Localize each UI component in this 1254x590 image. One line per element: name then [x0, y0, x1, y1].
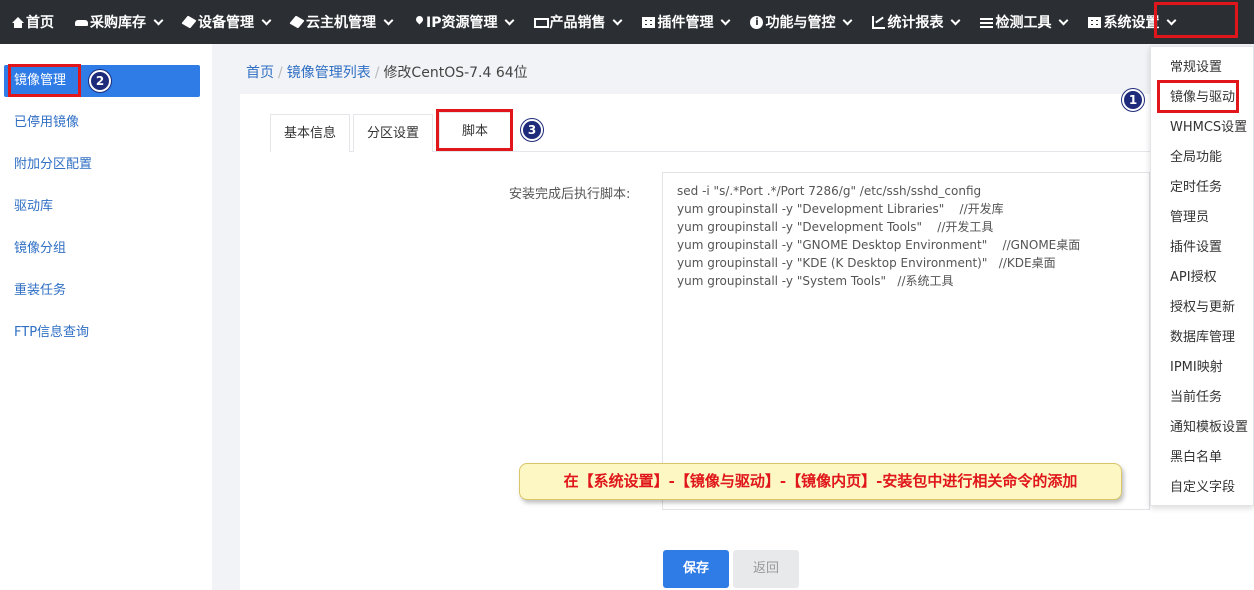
cube-icon [183, 16, 196, 29]
sidebar-item-label: 镜像分组 [14, 241, 67, 256]
dropdown-item-general-settings[interactable]: 常规设置 [1170, 53, 1222, 83]
tab-label: 分区设置 [366, 126, 419, 141]
home-icon [11, 16, 24, 29]
nav-item-system-settings[interactable]: 系统设置 [1077, 0, 1185, 44]
post-install-script-textarea[interactable]: sed -i "s/.*Port .*/Port 7286/g" /etc/ss… [662, 172, 1150, 510]
breadcrumb-home-link[interactable]: 首页 [246, 65, 274, 81]
step-marker-3: 3 [521, 119, 543, 141]
chevron-down-icon [383, 15, 394, 25]
chevron-down-icon [153, 15, 164, 25]
dropdown-item-database-management[interactable]: 数据库管理 [1170, 323, 1235, 353]
nav-item-reports[interactable]: 统计报表 [861, 0, 969, 44]
sidebar-item-label: 镜像管理 [14, 73, 67, 88]
step-marker-2: 2 [89, 70, 111, 92]
save-button[interactable]: 保存 [663, 550, 729, 588]
dropdown-item-blacklist-whitelist[interactable]: 黑白名单 [1170, 443, 1222, 473]
map-pin-icon [413, 16, 424, 29]
nav-item-detection-tools[interactable]: 检测工具 [969, 0, 1077, 44]
breadcrumb-list-link[interactable]: 镜像管理列表 [287, 65, 371, 81]
sidebar-item-reinstall-tasks[interactable]: 重装任务 [4, 275, 200, 307]
nav-item-plugins[interactable]: 插件管理 [631, 0, 739, 44]
tab-basic-info[interactable]: 基本信息 [270, 114, 350, 152]
breadcrumb-current: 修改CentOS-7.4 64位 [383, 65, 528, 81]
sidebar-item-label: FTP信息查询 [14, 325, 90, 340]
chevron-down-icon [505, 15, 515, 25]
top-navbar: 首页 采购库存 设备管理 云主机管理 IP资源管理 产品销售 插件管理 功能与管… [0, 0, 1254, 44]
tab-partition-settings[interactable]: 分区设置 [353, 114, 433, 152]
dropdown-item-ipmi-mapping[interactable]: IPMI映射 [1170, 353, 1223, 383]
nav-item-ip-resources[interactable]: IP资源管理 [402, 0, 523, 44]
sidebar-item-disabled-images[interactable]: 已停用镜像 [4, 107, 200, 139]
sidebar-item-driver-library[interactable]: 驱动库 [4, 191, 200, 223]
cart-icon [534, 16, 550, 29]
dropdown-item-custom-fields[interactable]: 自定义字段 [1170, 473, 1235, 503]
nav-item-home[interactable]: 首页 [0, 0, 64, 44]
sidebar-item-label: 附加分区配置 [14, 157, 93, 172]
nav-item-label: 产品销售 [549, 15, 606, 31]
tab-script[interactable]: 脚本 [439, 112, 511, 149]
grid-icon [1088, 16, 1102, 29]
grid-icon [642, 16, 656, 29]
dropdown-item-global-functions[interactable]: 全局功能 [1170, 143, 1222, 173]
nav-item-label: 检测工具 [995, 15, 1052, 31]
nav-item-cloud-host[interactable]: 云主机管理 [280, 0, 402, 44]
chevron-down-icon [951, 15, 961, 25]
nav-item-label: 系统设置 [1103, 15, 1160, 31]
nav-item-label: IP资源管理 [426, 15, 498, 31]
tab-label: 基本信息 [283, 126, 336, 141]
dropdown-item-api-auth[interactable]: API授权 [1170, 263, 1217, 293]
list-icon [980, 16, 994, 29]
step-marker-1: 1 [1122, 89, 1144, 111]
nav-item-label: 采购库存 [90, 15, 146, 31]
nav-item-label: 设备管理 [198, 15, 254, 31]
sidebar: 镜像管理 已停用镜像 附加分区配置 驱动库 镜像分组 重装任务 FTP信息查询 [0, 44, 212, 590]
nav-item-purchase-stock[interactable]: 采购库存 [64, 0, 172, 44]
chevron-down-icon [843, 15, 853, 25]
sidebar-item-label: 驱动库 [14, 199, 54, 214]
nav-item-label: 统计报表 [887, 15, 944, 31]
sidebar-item-image-groups[interactable]: 镜像分组 [4, 233, 200, 265]
dropdown-item-administrators[interactable]: 管理员 [1170, 203, 1209, 233]
dropdown-item-current-tasks[interactable]: 当前任务 [1170, 383, 1222, 413]
dropdown-item-notification-templates[interactable]: 通知模板设置 [1170, 413, 1248, 443]
car-icon [75, 16, 88, 29]
chevron-down-icon [261, 15, 272, 25]
sidebar-item-ftp-info[interactable]: FTP信息查询 [4, 317, 200, 349]
instruction-note: 在【系统设置】-【镜像与驱动】-【镜像内页】-安装包中进行相关命令的添加 [519, 463, 1122, 500]
sidebar-item-extra-partition[interactable]: 附加分区配置 [4, 149, 200, 181]
breadcrumb: 首页 / 镜像管理列表 / 修改CentOS-7.4 64位 [246, 62, 528, 82]
nav-item-product-sales[interactable]: 产品销售 [523, 0, 631, 44]
system-settings-dropdown: 常规设置 镜像与驱动 WHMCS设置 全局功能 定时任务 管理员 插件设置 AP… [1150, 46, 1254, 506]
back-button[interactable]: 返回 [733, 550, 799, 588]
nav-item-functions-control[interactable]: 功能与管控 [739, 0, 861, 44]
nav-item-label: 功能与管控 [765, 15, 836, 31]
nav-item-label: 插件管理 [657, 15, 714, 31]
dropdown-item-scheduled-tasks[interactable]: 定时任务 [1170, 173, 1222, 203]
info-icon [750, 15, 764, 29]
chevron-down-icon [1059, 15, 1069, 25]
nav-item-label: 首页 [26, 15, 54, 31]
breadcrumb-separator: / [374, 65, 380, 81]
dropdown-item-plugin-settings[interactable]: 插件设置 [1170, 233, 1222, 263]
chart-icon [872, 15, 886, 29]
chevron-down-icon [721, 15, 731, 25]
sidebar-item-label: 已停用镜像 [14, 115, 80, 130]
tab-label: 脚本 [461, 124, 488, 139]
cube-icon [291, 16, 304, 29]
dropdown-item-whmcs-settings[interactable]: WHMCS设置 [1170, 113, 1247, 143]
nav-item-device-management[interactable]: 设备管理 [172, 0, 280, 44]
breadcrumb-separator: / [278, 65, 283, 81]
dropdown-item-images-drivers[interactable]: 镜像与驱动 [1170, 83, 1235, 113]
script-label: 安装完成后执行脚本: [509, 187, 631, 202]
nav-item-label: 云主机管理 [306, 15, 376, 31]
dropdown-item-license-update[interactable]: 授权与更新 [1170, 293, 1235, 323]
chevron-down-icon [1167, 15, 1177, 25]
chevron-down-icon [613, 15, 623, 25]
sidebar-item-label: 重装任务 [14, 283, 67, 298]
